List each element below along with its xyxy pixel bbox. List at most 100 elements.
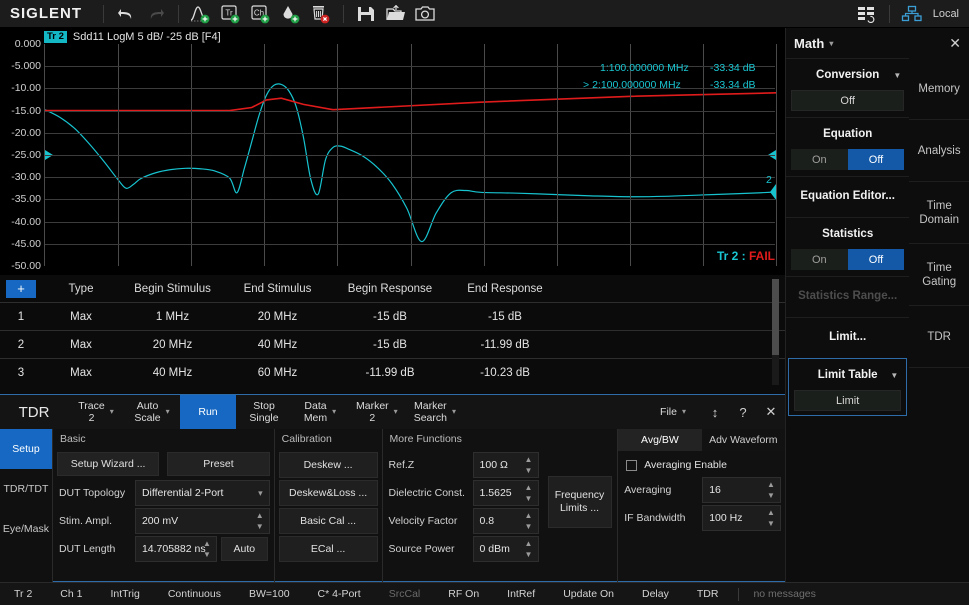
undo-icon[interactable] [111, 1, 141, 27]
more-function-input[interactable]: 0 dBm ▲ ▼ [472, 536, 539, 562]
tdr-tab-setup[interactable]: Setup [0, 429, 52, 469]
close-icon[interactable]: ✕ [949, 35, 961, 52]
status-item[interactable]: Update On [549, 588, 628, 600]
marker-search-selector[interactable]: Marker Search ▾ [406, 395, 464, 429]
stepper[interactable]: ▲ ▼ [523, 483, 535, 503]
limit-table-value[interactable]: Limit [794, 390, 902, 411]
stepper[interactable]: ▲ ▼ [765, 480, 777, 500]
row-index[interactable]: 2 [0, 339, 42, 351]
math-tab-time-domain[interactable]: Time Domain [909, 182, 969, 244]
limit-button[interactable]: Limit... [786, 322, 909, 352]
status-item[interactable]: Continuous [154, 588, 235, 600]
stim-ampl-input[interactable]: 200 mV ▲ ▼ [134, 508, 270, 534]
setup-wizard-button[interactable]: Setup Wizard ... [56, 452, 160, 476]
avg-field-input[interactable]: 16 ▲ ▼ [702, 477, 781, 503]
row-end-stimulus[interactable]: 40 MHz [225, 339, 330, 351]
marker-selector[interactable]: Marker 2 ▾ [348, 395, 406, 429]
row-begin-response[interactable]: -11.99 dB [330, 367, 450, 379]
trace-badge[interactable]: Tr 2 [44, 30, 67, 43]
scrollbar-thumb[interactable] [772, 279, 779, 355]
row-index[interactable]: 1 [0, 311, 42, 323]
stim-ampl-stepper[interactable]: ▲ ▼ [254, 511, 266, 531]
status-item[interactable]: Tr 2 [0, 588, 46, 600]
math-tab-memory[interactable]: Memory [909, 58, 969, 120]
calibration-button-1[interactable]: Deskew&Loss ... [278, 480, 378, 506]
save-icon[interactable] [351, 1, 381, 27]
calibration-button-0[interactable]: Deskew ... [278, 452, 378, 478]
layout-icon[interactable] [852, 1, 882, 27]
status-item[interactable]: BW=100 [235, 588, 304, 600]
averaging-enable-row[interactable]: Averaging Enable [626, 459, 785, 471]
chevron-down-icon[interactable]: ▼ [893, 71, 901, 80]
chevron-down-icon[interactable]: ▾ [166, 406, 170, 418]
row-type[interactable]: Max [42, 311, 120, 323]
row-type[interactable]: Max [42, 339, 120, 351]
chevron-down-icon[interactable]: ▾ [110, 406, 114, 418]
more-function-input[interactable]: 100 Ω ▲ ▼ [472, 452, 539, 478]
status-item[interactable]: Ch 1 [46, 588, 96, 600]
math-tab-analysis[interactable]: Analysis [909, 120, 969, 182]
tab-adv-waveform[interactable]: Adv Waveform [701, 429, 785, 451]
row-end-response[interactable]: -15 dB [450, 311, 560, 323]
more-function-input[interactable]: 0.8 ▲ ▼ [472, 508, 539, 534]
chevron-down-icon[interactable]: ▾ [829, 39, 833, 48]
stepper[interactable]: ▲ ▼ [523, 511, 535, 531]
statistics-header[interactable]: Statistics [786, 222, 909, 246]
math-tab-tdr[interactable]: TDR [909, 306, 969, 368]
dut-length-auto-button[interactable]: Auto [220, 537, 268, 561]
add-ch-icon[interactable]: Ch [246, 1, 276, 27]
open-icon[interactable] [381, 1, 411, 27]
dut-length-stepper[interactable]: ▲ ▼ [201, 539, 213, 559]
conversion-value[interactable]: Off [791, 90, 905, 111]
calibration-button-3[interactable]: ECal ... [278, 536, 378, 562]
stepper[interactable]: ▲ ▼ [523, 539, 535, 559]
table-row[interactable]: 1 Max 1 MHz 20 MHz -15 dB -15 dB [0, 302, 785, 330]
status-item[interactable]: RF On [434, 588, 493, 600]
delete-icon[interactable] [306, 1, 336, 27]
local-label[interactable]: Local [927, 8, 969, 20]
chevron-down-icon[interactable]: ▾ [452, 406, 456, 418]
statistics-option-off[interactable]: Off [847, 249, 905, 270]
status-item[interactable]: Delay [628, 588, 683, 600]
calibration-button-2[interactable]: Basic Cal ... [278, 508, 378, 534]
dut-length-input[interactable]: 14.705882 ns ▲ ▼ [134, 536, 217, 562]
stepper[interactable]: ▲ ▼ [765, 508, 777, 528]
status-item[interactable]: C* 4-Port [304, 588, 375, 600]
row-end-response[interactable]: -10.23 dB [450, 367, 560, 379]
row-begin-stimulus[interactable]: 40 MHz [120, 367, 225, 379]
stop-single-button[interactable]: Stop Single [236, 395, 292, 429]
status-item[interactable]: SrcCal [375, 588, 435, 600]
dut-topology-select[interactable]: Differential 2-Port ▾ [134, 480, 270, 506]
row-begin-stimulus[interactable]: 1 MHz [120, 311, 225, 323]
status-item[interactable]: IntTrig [96, 588, 153, 600]
redo-icon[interactable] [141, 1, 171, 27]
add-trace-curve-icon[interactable] [186, 1, 216, 27]
preset-button[interactable]: Preset [167, 452, 270, 476]
auto-scale-button[interactable]: Auto Scale ▾ [124, 395, 180, 429]
status-item[interactable]: IntRef [493, 588, 549, 600]
screenshot-icon[interactable] [411, 1, 441, 27]
status-item[interactable]: TDR [683, 588, 733, 600]
limit-table-header[interactable]: Limit Table ▼ [789, 363, 906, 387]
conversion-header[interactable]: Conversion ▼ [786, 63, 909, 87]
more-function-input[interactable]: 1.5625 ▲ ▼ [472, 480, 539, 506]
math-tab-time-gating[interactable]: Time Gating [909, 244, 969, 306]
equation-option-on[interactable]: On [791, 149, 848, 170]
tab-avg-bw[interactable]: Avg/BW [618, 429, 702, 451]
table-row[interactable]: 2 Max 20 MHz 40 MHz -15 dB -11.99 dB [0, 330, 785, 358]
row-index[interactable]: 3 [0, 367, 42, 379]
row-end-stimulus[interactable]: 20 MHz [225, 311, 330, 323]
data-mem-selector[interactable]: Data Mem ▾ [292, 395, 348, 429]
statistics-option-on[interactable]: On [791, 249, 848, 270]
frequency-limits-button[interactable]: Frequency Limits ... [547, 476, 612, 528]
row-end-stimulus[interactable]: 60 MHz [225, 367, 330, 379]
file-menu[interactable]: File ▾ [645, 395, 701, 429]
network-icon[interactable] [897, 1, 927, 27]
add-tr-icon[interactable]: Tr [216, 1, 246, 27]
row-begin-stimulus[interactable]: 20 MHz [120, 339, 225, 351]
help-icon[interactable]: ? [729, 395, 757, 429]
averaging-enable-checkbox[interactable] [626, 459, 638, 471]
equation-option-off[interactable]: Off [847, 149, 905, 170]
chevron-down-icon[interactable]: ▾ [394, 406, 398, 418]
chevron-down-icon[interactable]: ▼ [890, 371, 898, 380]
